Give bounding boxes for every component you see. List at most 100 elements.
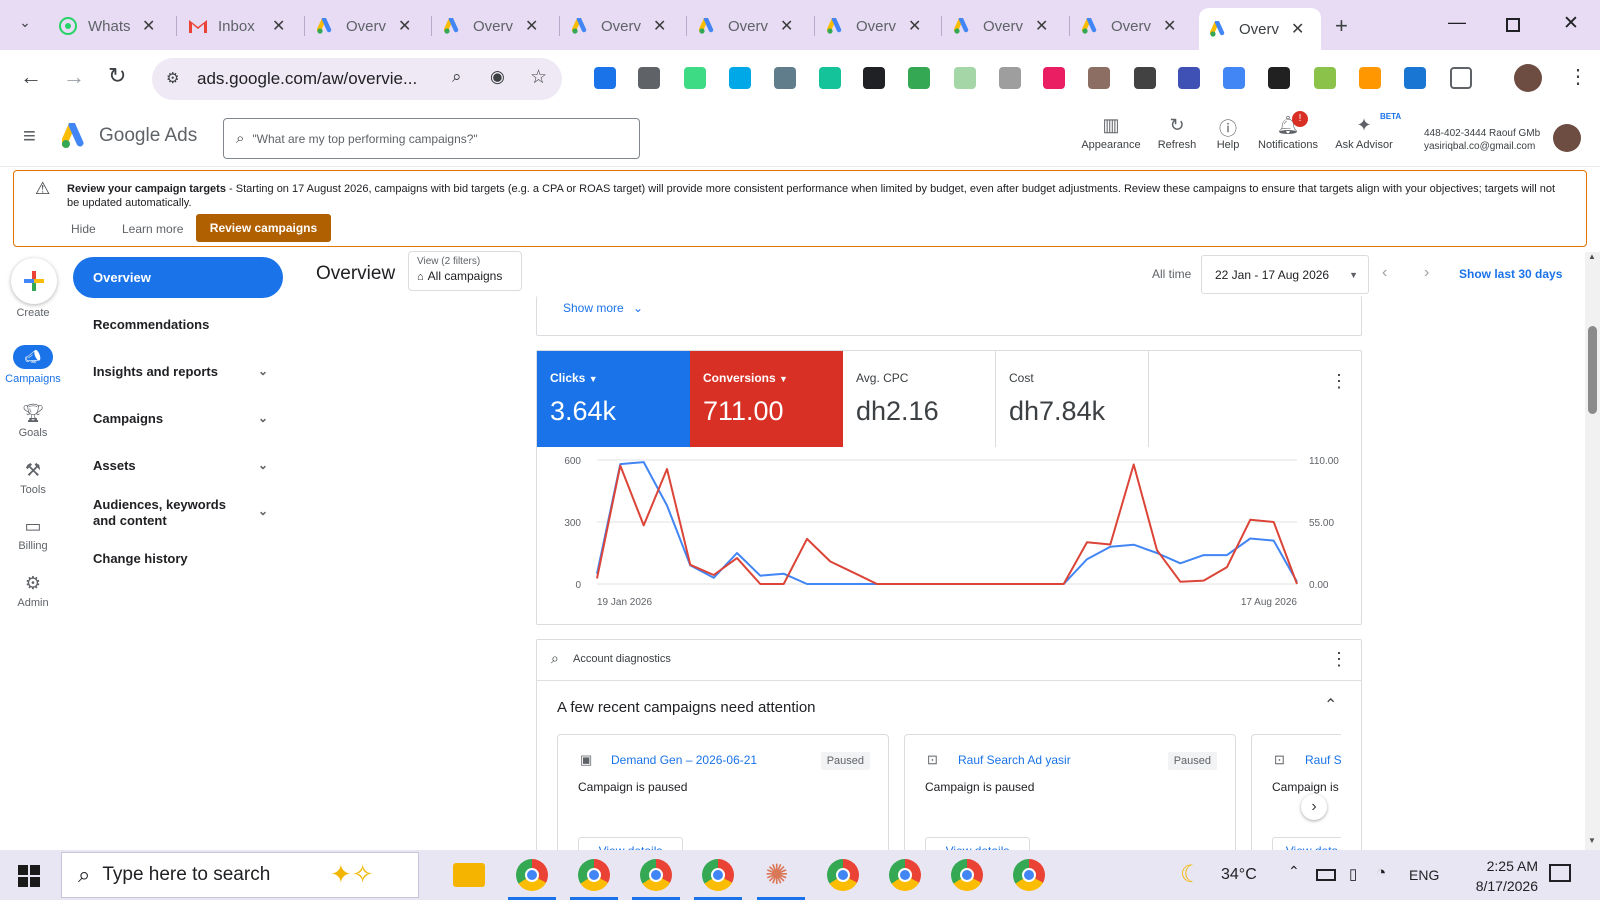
camera-icon[interactable] bbox=[999, 67, 1021, 89]
formula-icon[interactable] bbox=[1268, 67, 1290, 89]
diamond-extension-icon[interactable] bbox=[1178, 67, 1200, 89]
scroll-up-icon[interactable]: ▲ bbox=[1588, 252, 1596, 261]
taskbar-search-input[interactable]: ⌕ Type here to search ✦✧ bbox=[61, 852, 419, 898]
file-explorer-icon[interactable] bbox=[453, 863, 485, 887]
close-icon[interactable]: ✕ bbox=[653, 16, 666, 36]
campaign-name-link[interactable]: Rauf Se bbox=[1305, 753, 1341, 767]
scrollbar-thumb[interactable] bbox=[1588, 326, 1597, 414]
wifi-icon[interactable]: ◔ bbox=[1376, 863, 1386, 883]
maps-icon[interactable] bbox=[954, 67, 976, 89]
minimize-icon[interactable]: — bbox=[1448, 12, 1466, 33]
show-more-button[interactable]: Show more ⌄ bbox=[563, 301, 643, 315]
page-scrollbar[interactable]: ▲ ▼ bbox=[1585, 252, 1600, 850]
windows-start-icon[interactable] bbox=[18, 865, 40, 892]
campaign-card[interactable]: ⊡ Rauf Search Ad yasir Paused Campaign i… bbox=[904, 734, 1236, 864]
nav-recommendations[interactable]: Recommendations bbox=[93, 317, 268, 332]
shield-extension-icon[interactable] bbox=[1043, 67, 1065, 89]
nav-audiences-keywords-content[interactable]: Audiences, keywords and content ⌄ bbox=[93, 497, 268, 529]
close-icon[interactable]: ✕ bbox=[398, 16, 411, 36]
weather-moon-icon[interactable]: ☾ bbox=[1180, 860, 1202, 889]
more-options-icon[interactable]: ⋮ bbox=[1330, 649, 1348, 670]
nav-insights-and-reports[interactable]: Insights and reports ⌄ bbox=[93, 364, 268, 379]
restore-icon[interactable] bbox=[1506, 18, 1520, 32]
tab-overview[interactable]: Overview ✕ bbox=[816, 8, 931, 44]
close-icon[interactable]: ✕ bbox=[272, 16, 285, 36]
close-icon[interactable]: ✕ bbox=[1291, 19, 1304, 39]
metric-avg-cpc[interactable]: Avg. CPC dh2.16 bbox=[843, 351, 996, 447]
scroll-down-icon[interactable]: ▼ bbox=[1588, 836, 1596, 845]
android-icon[interactable] bbox=[684, 67, 706, 89]
nav-change-history[interactable]: Change history bbox=[93, 551, 268, 566]
account-info[interactable]: 448-402-3444 Raouf GMb yasiriqbal.co@gma… bbox=[1424, 127, 1540, 153]
screen-capture-icon[interactable] bbox=[774, 67, 796, 89]
chrome-profile-icon[interactable] bbox=[516, 859, 548, 891]
address-bar[interactable]: ⚙ ads.google.com/aw/overvie... ⌕ ◉ ☆ bbox=[152, 58, 562, 100]
create-button[interactable] bbox=[11, 258, 57, 304]
rail-create-label[interactable]: Create bbox=[0, 307, 66, 319]
view-filter[interactable]: View (2 filters) ⌂ All campaigns bbox=[408, 251, 522, 291]
weather-temperature[interactable]: 34°C bbox=[1221, 866, 1257, 884]
close-icon[interactable]: ✕ bbox=[908, 16, 921, 36]
rail-campaigns-label[interactable]: Campaigns bbox=[0, 373, 66, 385]
grammarly-icon[interactable] bbox=[819, 67, 841, 89]
back-icon[interactable]: ← bbox=[20, 64, 42, 90]
chrome-profile-icon[interactable] bbox=[827, 859, 859, 891]
clock[interactable]: 2:25 AM 8/17/2026 bbox=[1462, 856, 1538, 896]
tag-extension-icon[interactable] bbox=[1404, 67, 1426, 89]
language-indicator[interactable]: ENG bbox=[1409, 867, 1439, 883]
next-period-icon[interactable]: › bbox=[1424, 264, 1429, 282]
search-extension-icon[interactable] bbox=[594, 67, 616, 89]
orange-square-icon[interactable] bbox=[1359, 67, 1381, 89]
cookie-icon[interactable] bbox=[1088, 67, 1110, 89]
close-icon[interactable]: ✕ bbox=[1163, 16, 1176, 36]
tab-overview[interactable]: Overview ✕ bbox=[433, 8, 548, 44]
appearance-button[interactable]: ▥ Appearance bbox=[1076, 115, 1146, 151]
chrome-profile-icon[interactable] bbox=[951, 859, 983, 891]
tab-gmail[interactable]: Inbox ✕ bbox=[178, 8, 295, 44]
close-icon[interactable]: ✕ bbox=[525, 16, 538, 36]
megaphone-icon[interactable]: 📣︎ bbox=[13, 345, 53, 369]
puzzle-icon[interactable] bbox=[1450, 67, 1472, 89]
claude-icon[interactable]: ✺ bbox=[765, 859, 797, 891]
carousel-next-icon[interactable]: › bbox=[1301, 794, 1327, 820]
learn-more-link[interactable]: Learn more bbox=[122, 222, 183, 236]
chrome-profile-icon[interactable] bbox=[578, 859, 610, 891]
campaign-card[interactable]: ▣ Demand Gen – 2026-06-21 Paused Campaig… bbox=[557, 734, 889, 864]
more-options-icon[interactable]: ⋮ bbox=[1330, 371, 1348, 392]
bookmark-star-icon[interactable]: ☆ bbox=[530, 66, 547, 89]
previous-period-icon[interactable]: ‹ bbox=[1382, 264, 1387, 282]
rail-admin[interactable]: ⚙ Admin bbox=[0, 573, 66, 609]
account-avatar[interactable] bbox=[1553, 124, 1581, 152]
rail-billing[interactable]: ▭ Billing bbox=[0, 516, 66, 552]
chrome-profile-icon[interactable] bbox=[702, 859, 734, 891]
tab-overview-active[interactable]: Overview ✕ bbox=[1199, 8, 1321, 50]
close-icon[interactable]: ✕ bbox=[1035, 16, 1048, 36]
tab-search-chevron-icon[interactable]: ⌄ bbox=[12, 14, 38, 36]
tab-overview[interactable]: Overview ✕ bbox=[1071, 8, 1186, 44]
campaign-card[interactable]: ⊡ Rauf Se Campaign is View deta bbox=[1251, 734, 1341, 864]
campaign-name-link[interactable]: Rauf Search Ad yasir bbox=[958, 753, 1071, 767]
search-input[interactable]: ⌕ "What are my top performing campaigns?… bbox=[223, 118, 640, 159]
ask-advisor-button[interactable]: ✦ Ask Advisor BETA bbox=[1328, 112, 1401, 151]
nav-assets[interactable]: Assets ⌄ bbox=[93, 458, 268, 473]
tab-overview[interactable]: Overview ✕ bbox=[561, 8, 676, 44]
close-icon[interactable]: ✕ bbox=[780, 16, 793, 36]
rail-goals[interactable]: 🏆︎ Goals bbox=[0, 403, 66, 439]
nav-overview[interactable]: Overview bbox=[73, 257, 283, 298]
notification-center-icon[interactable] bbox=[1549, 864, 1571, 882]
campaign-name-link[interactable]: Demand Gen – 2026-06-21 bbox=[611, 753, 757, 767]
close-icon[interactable]: ✕ bbox=[142, 16, 155, 36]
tab-whatsapp[interactable]: WhatsApp ✕ bbox=[48, 8, 165, 44]
rail-tools[interactable]: ⚒ Tools bbox=[0, 460, 66, 496]
display-icon[interactable]: ▯ bbox=[1349, 865, 1357, 883]
tray-icon[interactable] bbox=[908, 67, 930, 89]
wordpress-icon[interactable] bbox=[638, 67, 660, 89]
close-window-icon[interactable]: ✕ bbox=[1563, 12, 1579, 35]
translate-icon[interactable] bbox=[1223, 67, 1245, 89]
tab-overview[interactable]: Overview ✕ bbox=[943, 8, 1058, 44]
eyedropper-icon[interactable] bbox=[1134, 67, 1156, 89]
metric-cost[interactable]: Cost dh7.84k bbox=[996, 351, 1149, 447]
menu-dots-icon[interactable]: ⋮ bbox=[1568, 64, 1588, 89]
zoom-icon[interactable]: ⌕ bbox=[452, 67, 462, 87]
review-campaigns-button[interactable]: Review campaigns bbox=[196, 214, 331, 242]
